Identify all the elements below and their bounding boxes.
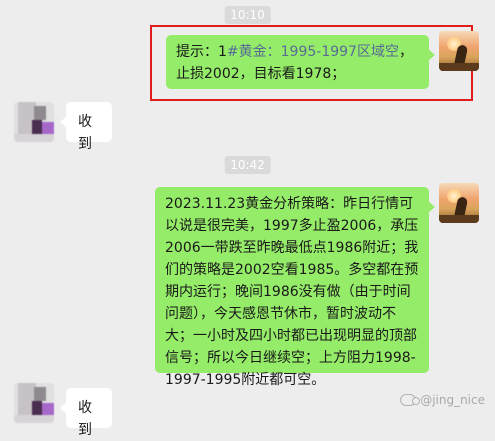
ground-shape [439,63,479,71]
ground-shape [439,215,479,223]
timestamp: 10:42 [224,156,271,174]
avatar[interactable] [14,102,54,142]
message-text: 收到 [78,114,92,152]
timestamp: 10:10 [224,6,271,24]
avatar[interactable] [439,31,479,71]
weibo-icon [400,394,421,406]
watermark-text: @jing_nice [420,393,485,407]
message-bubble-outgoing[interactable]: 提示：1#黄金：1995-1997区域空，止损2002，目标看1978； [166,35,435,89]
message-bubble-outgoing[interactable]: 2023.11.23黄金分析策略：昨日行情可以说是很完美，1997多止盈2006… [155,187,435,388]
message-text: 提示：1 [176,44,227,60]
message-text: 收到 [78,400,92,438]
watermark: @jing_nice [400,393,485,407]
message-bubble-incoming[interactable]: 收到 [60,388,112,438]
avatar[interactable] [14,383,54,423]
avatar[interactable] [439,183,479,223]
message-text: 2023.11.23黄金分析策略：昨日行情可以说是很完美，1997多止盈2006… [165,196,419,388]
message-bubble-incoming[interactable]: 收到 [60,102,112,152]
hashtag-link[interactable]: #黄金：1995-1997区域空 [227,44,399,60]
